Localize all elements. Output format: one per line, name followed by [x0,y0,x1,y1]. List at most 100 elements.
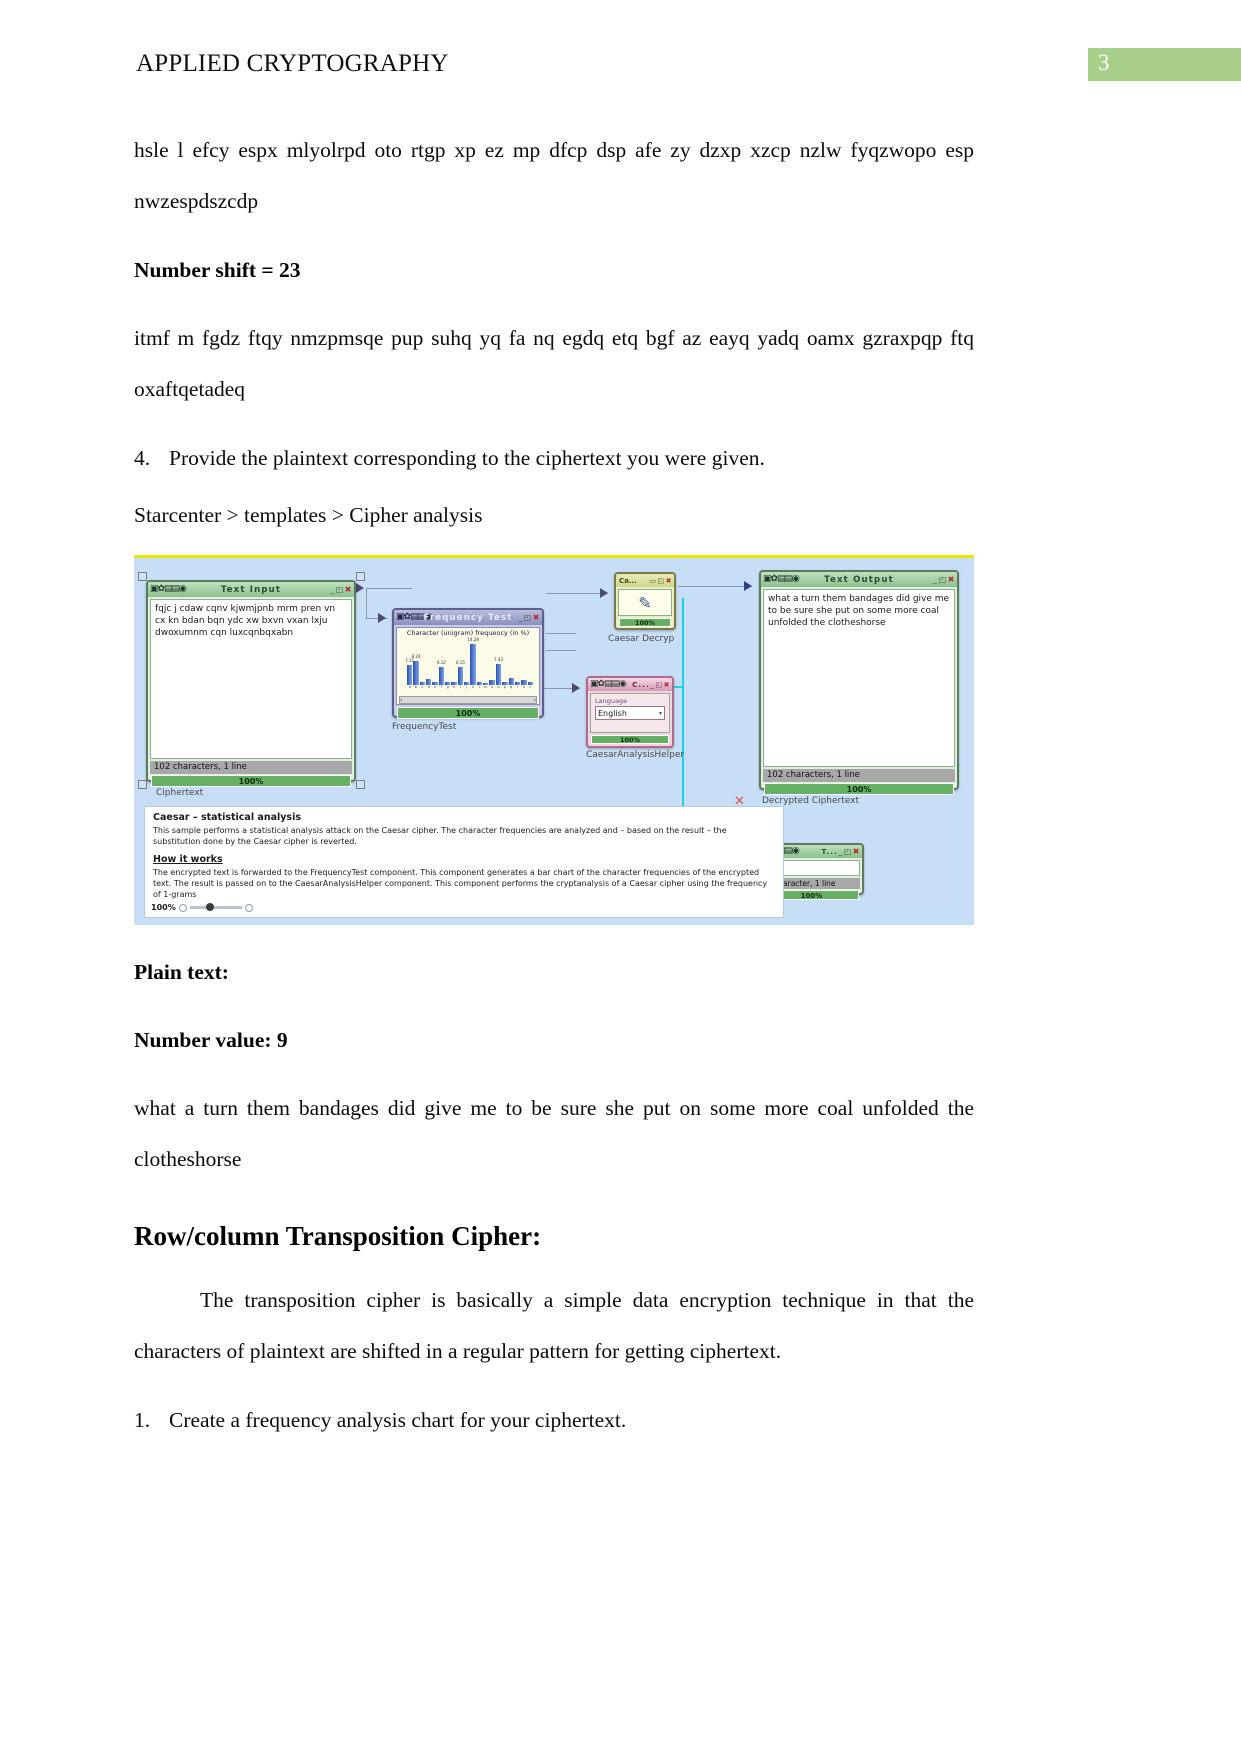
text-input-window-buttons[interactable]: _ ◰ ✖ [330,585,352,594]
chart-x-tick-label: c [421,685,424,689]
text-input-outer-label: Ciphertext [156,788,204,798]
window-toolbar-icons[interactable]: ▣✿▤▤◉ [394,613,433,622]
scroll-right-icon[interactable]: › [534,697,536,704]
chart-x-tick-label: o [497,685,500,689]
chart-bar: 8.24 [412,654,420,685]
window-toolbar-icons[interactable]: ▣✿▤▤◉ [761,575,800,584]
description-paragraph-2: The encrypted text is forwarded to the F… [153,868,768,899]
window-caesar-analysis-helper[interactable]: ▣✿▤▤◉ C... _ ◰ ✖ Language English ▾ 100% [586,676,674,748]
maximize-icon[interactable]: ◰ [524,613,532,622]
maximize-icon[interactable]: ◰ [844,847,852,856]
close-icon[interactable]: ✖ [948,575,955,584]
number-output-window-buttons[interactable]: _ ◰ ✖ [838,847,860,856]
window-text-output[interactable]: ▣✿▤▤◉ Text Output _ ◰ ✖ what a turn them… [759,570,959,795]
text-output-status: 102 characters, 1 line [763,769,955,782]
chart-bar-value-label: 6.15 [455,660,465,666]
caesar-decrypt-titlebar[interactable]: Ca... ▭ ◰ ✖ [616,574,674,587]
frequency-bar-chart: 7.11 8.24 6.12 6.15 14.28 7.43 abcdefghi jklmn… [401,636,535,694]
chart-x-tick-label: d [427,685,430,689]
chart-bar: 6.15 [456,660,465,685]
window-toolbar-icons[interactable]: ▣✿▤▤◉ [588,680,627,689]
selection-handle-tl[interactable] [138,572,147,581]
chart-bar [508,678,514,685]
chart-bar-value-label: 7.43 [494,656,503,662]
chart-x-tick-label: k [472,685,475,689]
text-input-titlebar[interactable]: ▣✿▤▤◉ Text Input _ ◰ ✖ [148,582,354,597]
close-icon[interactable]: ✖ [664,681,670,689]
zoom-level-label: 100% [151,903,176,912]
frequency-test-window-buttons[interactable]: _ ◰ ✖ [518,613,540,622]
chart-scrollbar[interactable]: ‹ › [399,696,537,704]
connector-line-1 [366,588,412,589]
close-icon[interactable]: ✖ [666,577,672,585]
page-number: 3 [1098,50,1110,75]
question-item-4: 4. Provide the plaintext corresponding t… [134,433,974,484]
maximize-icon[interactable]: ◰ [336,585,344,594]
text-input-content[interactable]: fqjc j cdaw cqnv kjwmjpnb mrm pren vn cx… [151,600,351,642]
helper-window-buttons[interactable]: _ ◰ ✖ [651,681,671,689]
minimize-icon[interactable]: ▭ [649,577,656,585]
zoom-in-icon[interactable] [244,903,253,912]
language-select[interactable]: English ▾ [595,706,665,720]
cyan-connector-v1 [682,598,684,686]
scroll-left-icon[interactable]: ‹ [400,697,402,704]
zoom-track[interactable] [189,903,242,911]
text-input-body[interactable]: fqjc j cdaw cqnv kjwmjpnb mrm pren vn cx… [150,599,352,759]
chart-bars: 7.11 8.24 6.12 6.15 14.28 7.43 [405,636,533,685]
caesar-decrypt-body: ✎ [618,589,672,616]
helper-body: Language English ▾ [590,693,670,733]
chart-bar: 7.43 [494,657,503,685]
transposition-paragraph: The transposition cipher is basically a … [134,1288,974,1363]
selection-handle-br[interactable] [356,780,365,789]
section-heading-transposition: Row/column Transposition Cipher: [134,1221,542,1251]
frequency-test-body: Character (unigram) frequency (in %) 7.1… [396,627,540,705]
close-icon[interactable]: ✖ [853,847,860,856]
text-output-window-buttons[interactable]: _ ◰ ✖ [933,575,955,584]
minimize-icon[interactable]: _ [330,585,335,594]
chart-x-tick-label: t [529,685,531,689]
maximize-icon[interactable]: ◰ [939,575,947,584]
chart-bar-value-label: 14.28 [467,636,479,642]
text-output-titlebar[interactable]: ▣✿▤▤◉ Text Output _ ◰ ✖ [761,572,957,587]
close-icon[interactable]: ✖ [345,585,352,594]
frequency-test-progress: 100% [397,707,539,719]
chart-x-tick-label: a [408,685,411,689]
minimize-icon[interactable]: _ [838,847,843,856]
maximize-icon[interactable]: ◰ [656,681,663,689]
window-frequency-test[interactable]: ▣✿▤▤◉ Frequency Test _ ◰ ✖ Character (un… [392,608,544,719]
caesar-decrypt-progress: 100% [619,618,671,627]
description-panel: Caesar – statistical analysis This sampl… [144,806,784,918]
close-icon[interactable]: ✖ [533,613,540,622]
text-input-progress: 100% [151,775,351,787]
chart-x-tick-label: p [503,685,506,689]
caesar-decrypt-window-buttons[interactable]: ▭ ◰ ✖ [649,577,672,585]
maximize-icon[interactable]: ◰ [658,577,665,585]
frequency-test-titlebar[interactable]: ▣✿▤▤◉ Frequency Test _ ◰ ✖ [394,610,542,625]
chart-x-tick-label: l [478,685,480,689]
chart-x-tick-label: i [459,685,461,689]
minimize-icon[interactable]: _ [651,681,655,689]
chart-x-tick-label: b [414,685,418,689]
helper-title: C... [632,680,650,689]
window-text-input[interactable]: ▣✿▤▤◉ Text Input _ ◰ ✖ fqjc j cdaw cqnv … [146,580,356,787]
connector-arrow-5 [572,683,580,693]
ciphertext-paragraph: hsle l efcy espx mlyolrpd oto rtgp xp ez… [134,138,974,213]
minimize-icon[interactable]: _ [518,613,523,622]
text-output-body[interactable]: what a turn them bandages did give me to… [763,589,955,767]
selection-handle-tr[interactable] [356,572,365,581]
connector-arrow-2 [378,613,386,623]
question-4-text: Provide the plaintext corresponding to t… [169,446,765,470]
zoom-out-icon[interactable] [178,903,187,912]
zoom-slider[interactable]: 100% [149,902,255,913]
chart-x-tick-label: n [491,685,494,689]
document-header-title: APPLIED CRYPTOGRAPHY [136,50,449,77]
window-caesar-decrypt[interactable]: Ca... ▭ ◰ ✖ ✎ 100% [614,572,676,630]
zoom-knob[interactable] [205,903,214,911]
chevron-down-icon[interactable]: ▾ [659,710,662,717]
helper-titlebar[interactable]: ▣✿▤▤◉ C... _ ◰ ✖ [588,678,672,691]
question-4-number: 4. [134,446,151,470]
minimize-icon[interactable]: _ [933,575,938,584]
number-output-title: T... [821,847,838,856]
selection-handle-bl[interactable] [138,780,147,789]
window-toolbar-icons[interactable]: ▣✿▤▤◉ [148,585,187,594]
